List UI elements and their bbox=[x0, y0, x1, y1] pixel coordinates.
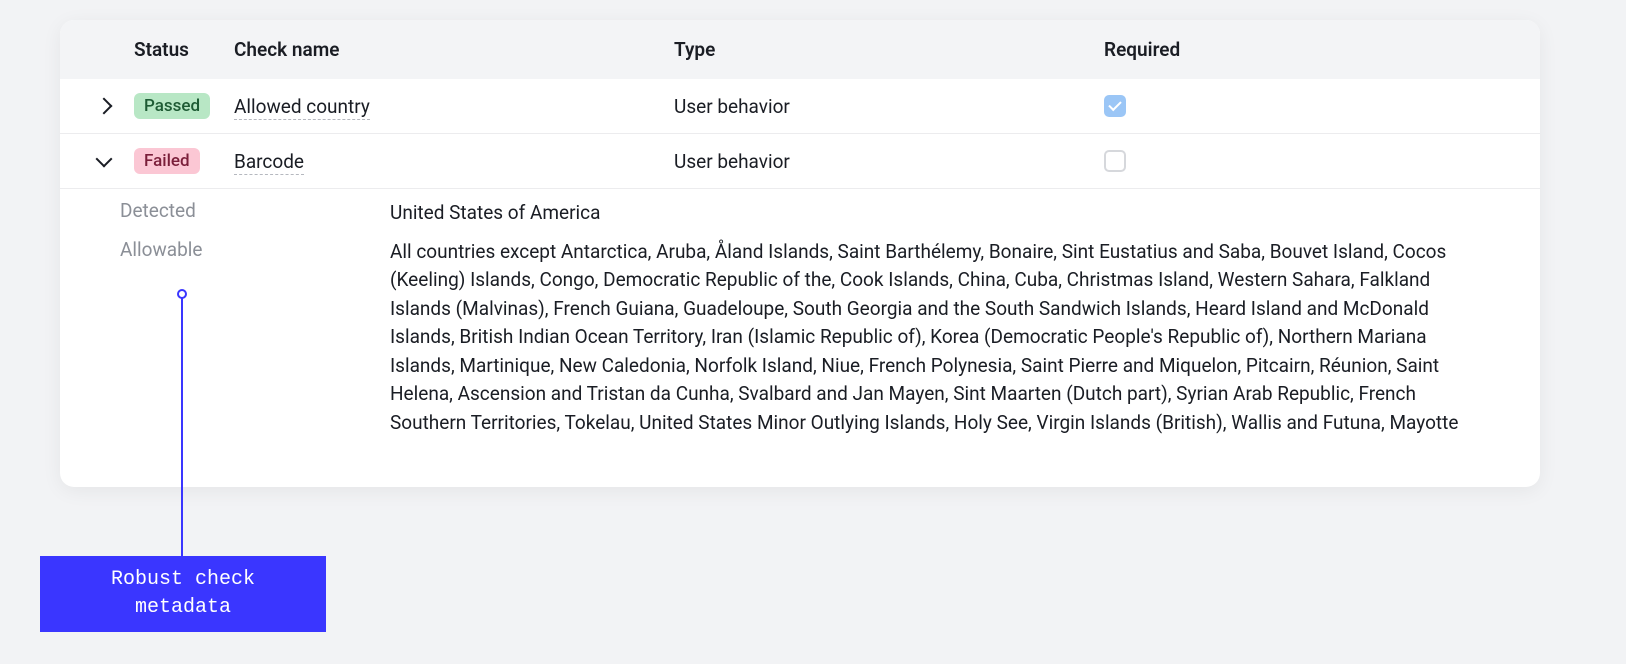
col-status: Status bbox=[134, 38, 234, 61]
expand-toggle[interactable] bbox=[74, 100, 134, 112]
col-check-name: Check name bbox=[234, 38, 674, 61]
required-checkbox[interactable] bbox=[1104, 95, 1126, 117]
check-type: User behavior bbox=[674, 95, 1104, 118]
annotation-label: Robust check metadata bbox=[40, 556, 326, 632]
annotation-leader-line bbox=[181, 293, 183, 556]
check-type: User behavior bbox=[674, 150, 1104, 173]
status-badge: Passed bbox=[134, 93, 210, 119]
expand-toggle[interactable] bbox=[74, 157, 134, 165]
detail-row-allowable: Allowable All countries except Antarctic… bbox=[120, 238, 1520, 438]
table-header-row: Status Check name Type Required bbox=[60, 20, 1540, 79]
detail-value: All countries except Antarctica, Aruba, … bbox=[390, 238, 1520, 438]
check-name-link[interactable]: Allowed country bbox=[234, 95, 370, 120]
detail-value: United States of America bbox=[390, 199, 1520, 228]
required-checkbox[interactable] bbox=[1104, 150, 1126, 172]
chevron-down-icon bbox=[96, 151, 113, 168]
annotation-anchor-dot bbox=[177, 289, 187, 299]
status-badge: Failed bbox=[134, 148, 200, 174]
detail-label: Allowable bbox=[120, 238, 390, 261]
table-row: Failed Barcode User behavior bbox=[60, 134, 1540, 189]
check-name-link[interactable]: Barcode bbox=[234, 150, 304, 175]
checks-card: Status Check name Type Required Passed A… bbox=[60, 20, 1540, 487]
table-row: Passed Allowed country User behavior bbox=[60, 79, 1540, 134]
col-type: Type bbox=[674, 38, 1104, 61]
chevron-right-icon bbox=[96, 98, 113, 115]
detail-label: Detected bbox=[120, 199, 390, 222]
row-details: Detected United States of America Allowa… bbox=[60, 189, 1540, 487]
col-required: Required bbox=[1104, 38, 1520, 61]
detail-row-detected: Detected United States of America bbox=[120, 199, 1520, 228]
